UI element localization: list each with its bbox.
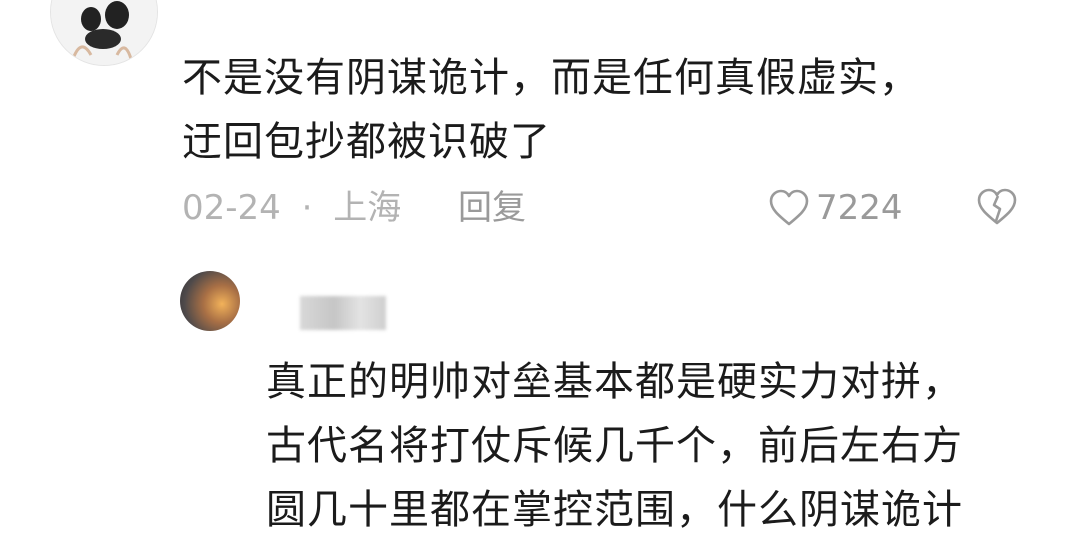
comment-line: 不是没有阴谋诡计，而是任何真假虚实， bbox=[182, 55, 920, 101]
blurred-username bbox=[300, 296, 386, 330]
dislike-button[interactable] bbox=[976, 188, 1018, 226]
reply-line: 古代名将打仗斥候几千个，前后左右方 bbox=[266, 423, 963, 469]
comment-line: 迂回包抄都被识破了 bbox=[182, 119, 551, 165]
reply-avatar[interactable] bbox=[180, 271, 240, 331]
comment-date: 02-24 bbox=[182, 188, 281, 228]
comment-text: 不是没有阴谋诡计，而是任何真假虚实， 迂回包抄都被识破了 bbox=[182, 46, 1002, 174]
reply-line: 真正的明帅对垒基本都是硬实力对拼， bbox=[266, 359, 963, 405]
panda-avatar-icon bbox=[51, 0, 157, 65]
like-button[interactable]: 7224 bbox=[768, 186, 903, 230]
like-count: 7224 bbox=[816, 188, 903, 228]
avatar[interactable] bbox=[50, 0, 158, 66]
comment-meta: 02-24 · 上海 bbox=[182, 186, 401, 230]
reply-text: 真正的明帅对垒基本都是硬实力对拼， 古代名将打仗斥候几千个，前后左右方 圆几十里… bbox=[266, 350, 1046, 542]
reply-line: 圆几十里都在掌控范围，什么阴谋诡计 bbox=[266, 487, 963, 533]
heart-outline-icon bbox=[769, 189, 809, 226]
comment-location: 上海 bbox=[333, 188, 402, 228]
meta-separator: · bbox=[301, 188, 313, 228]
reply-button[interactable]: 回复 bbox=[458, 186, 526, 230]
broken-heart-icon bbox=[977, 188, 1017, 225]
